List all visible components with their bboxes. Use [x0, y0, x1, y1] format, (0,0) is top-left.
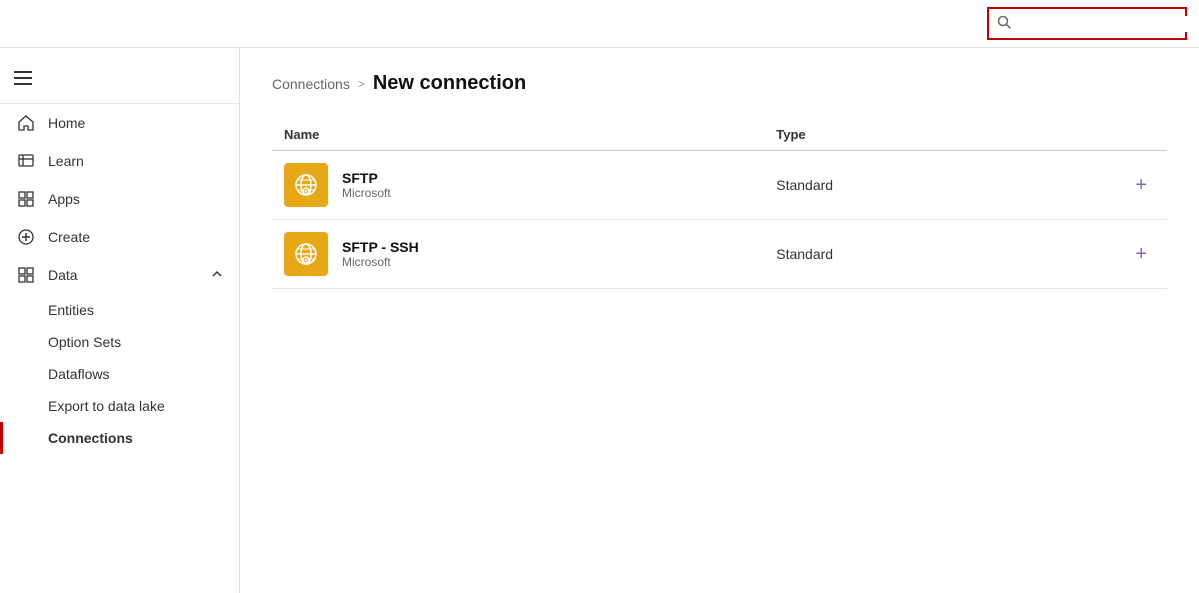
breadcrumb-current: New connection: [373, 72, 526, 95]
sftp-ssh-name-group: SFTP - SSH Microsoft: [284, 232, 752, 276]
sftp-ssh-name-cell: SFTP - SSH Microsoft: [272, 220, 764, 289]
sftp-text: SFTP Microsoft: [342, 170, 391, 200]
create-icon: [16, 228, 36, 246]
table-row: SFTP - SSH Microsoft Standard +: [272, 220, 1167, 289]
sidebar-item-apps-label: Apps: [48, 191, 80, 207]
sidebar-item-option-sets[interactable]: Option Sets: [0, 326, 239, 358]
home-icon: [16, 114, 36, 132]
sidebar-top: [0, 48, 239, 104]
search-box: SFTP ✕: [987, 7, 1187, 40]
column-header-type: Type: [764, 119, 1077, 151]
sidebar-item-home-label: Home: [48, 115, 85, 131]
dataflows-label: Dataflows: [48, 366, 109, 382]
sftp-ssh-icon: [284, 232, 328, 276]
content-area: Connections > New connection Name Type: [240, 48, 1199, 593]
sftp-ssh-add-button[interactable]: +: [1127, 239, 1155, 270]
sidebar-item-learn-label: Learn: [48, 153, 84, 169]
chevron-up-icon: [211, 267, 223, 283]
sftp-icon: [284, 163, 328, 207]
main-layout: Home Learn: [0, 48, 1199, 593]
column-header-name: Name: [272, 119, 764, 151]
sidebar-item-entities[interactable]: Entities: [0, 294, 239, 326]
table-header-row: Name Type: [272, 119, 1167, 151]
entities-label: Entities: [48, 302, 94, 318]
connections-list: SFTP Microsoft Standard +: [272, 151, 1167, 289]
sidebar-item-connections[interactable]: Connections: [0, 422, 239, 454]
sftp-vendor: Microsoft: [342, 186, 391, 200]
sftp-ssh-name: SFTP - SSH: [342, 239, 419, 255]
breadcrumb: Connections > New connection: [272, 72, 1167, 95]
sidebar-nav: Home Learn: [0, 104, 239, 454]
connections-label: Connections: [48, 430, 133, 446]
search-icon: [997, 15, 1011, 32]
data-submenu: Entities Option Sets Dataflows Export to…: [0, 294, 239, 454]
hamburger-icon: [14, 71, 32, 85]
breadcrumb-separator: >: [358, 77, 365, 91]
sidebar-item-learn[interactable]: Learn: [0, 142, 239, 180]
sidebar-item-apps[interactable]: Apps: [0, 180, 239, 218]
sftp-ssh-vendor: Microsoft: [342, 255, 419, 269]
sftp-ssh-add-cell: +: [1078, 220, 1168, 289]
column-header-action: [1078, 119, 1168, 151]
sftp-name: SFTP: [342, 170, 391, 186]
learn-icon: [16, 152, 36, 170]
search-input[interactable]: SFTP: [1017, 16, 1198, 32]
sftp-name-group: SFTP Microsoft: [284, 163, 752, 207]
apps-icon: [16, 190, 36, 208]
sidebar-item-data-label: Data: [48, 267, 78, 283]
hamburger-button[interactable]: [8, 65, 38, 91]
table-row: SFTP Microsoft Standard +: [272, 151, 1167, 220]
sidebar-item-create-label: Create: [48, 229, 90, 245]
sidebar-item-home[interactable]: Home: [0, 104, 239, 142]
export-data-lake-label: Export to data lake: [48, 398, 165, 414]
sidebar: Home Learn: [0, 48, 240, 593]
sidebar-item-create[interactable]: Create: [0, 218, 239, 256]
breadcrumb-parent[interactable]: Connections: [272, 76, 350, 92]
connections-table: Name Type: [272, 119, 1167, 289]
option-sets-label: Option Sets: [48, 334, 121, 350]
data-icon: [16, 266, 36, 284]
sftp-add-button[interactable]: +: [1127, 170, 1155, 201]
sftp-add-cell: +: [1078, 151, 1168, 220]
top-bar: SFTP ✕: [0, 0, 1199, 48]
sftp-ssh-text: SFTP - SSH Microsoft: [342, 239, 419, 269]
sidebar-item-dataflows[interactable]: Dataflows: [0, 358, 239, 390]
sftp-type: Standard: [764, 151, 1077, 220]
sftp-ssh-type: Standard: [764, 220, 1077, 289]
sidebar-item-data[interactable]: Data: [0, 256, 239, 294]
sftp-name-cell: SFTP Microsoft: [272, 151, 764, 220]
sidebar-item-export-data-lake[interactable]: Export to data lake: [0, 390, 239, 422]
